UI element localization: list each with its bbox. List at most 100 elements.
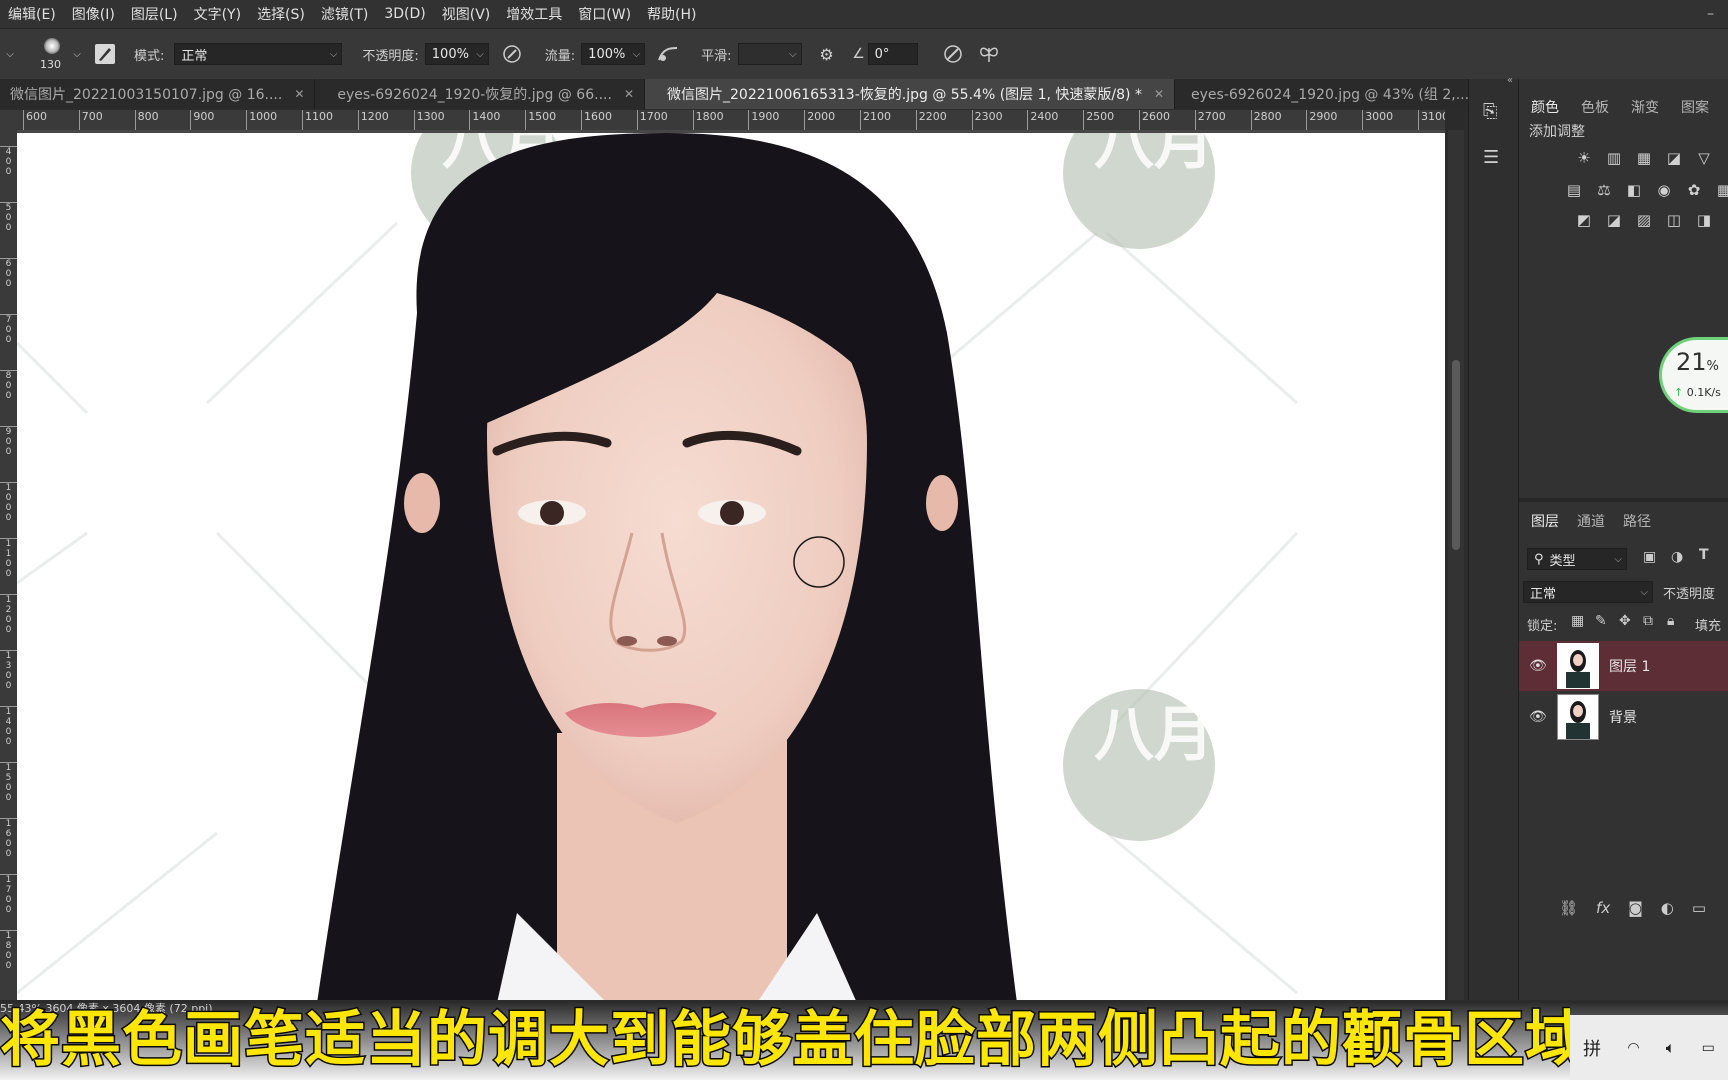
color-balance-icon[interactable]: ⚖ xyxy=(1593,179,1615,201)
symmetry-butterfly-icon[interactable] xyxy=(976,41,1002,67)
channel-mixer-icon[interactable]: ✿ xyxy=(1683,179,1705,201)
angle-field[interactable]: 0° xyxy=(867,43,918,65)
selective-color-icon[interactable]: ◫ xyxy=(1663,209,1685,231)
hue-saturation-icon[interactable]: ▤ xyxy=(1563,179,1585,201)
ruler-tick-label: 700 xyxy=(78,110,103,130)
portrait-photo[interactable]: 八月 八月 八月 xyxy=(17,133,1445,1000)
curves-icon[interactable]: ▦ xyxy=(1633,147,1655,169)
tab-channels[interactable]: 通道 xyxy=(1577,511,1605,531)
portrait-image: 八月 八月 八月 xyxy=(17,133,1299,1000)
menu-help[interactable]: 帮助(H) xyxy=(639,4,704,24)
tab-document[interactable]: eyes-6926024_1920-恢复的.jpg @ 66.... ✕ xyxy=(315,79,645,109)
horizontal-ruler[interactable]: 600 700 800 900 1000 1100 1200 1300 1400 1500 1600… xyxy=(17,110,1445,131)
new-adjustment-icon[interactable]: ◐ xyxy=(1661,899,1674,917)
ruler-tick-label: 1500 xyxy=(525,110,556,130)
mask-icon[interactable]: ◙ xyxy=(1628,899,1643,917)
menu-layer[interactable]: 图层(L) xyxy=(123,4,186,24)
gear-icon[interactable]: ⚙ xyxy=(814,41,840,67)
ime-indicator[interactable]: 拼 xyxy=(1583,1035,1601,1061)
pressure-opacity-icon[interactable] xyxy=(499,41,525,67)
layer-name[interactable]: 背景 xyxy=(1609,707,1637,727)
wifi-icon[interactable]: ◠ xyxy=(1627,1040,1639,1056)
photo-filter-icon[interactable]: ◉ xyxy=(1653,179,1675,201)
flow-field[interactable]: 100% ⌵ xyxy=(581,43,646,65)
fx-icon[interactable]: fx xyxy=(1596,899,1610,917)
eye-icon[interactable]: 👁︎ xyxy=(1529,709,1549,725)
document-tabs: 微信图片_20221003150107.jpg @ 16.... ✕ eyes-6… xyxy=(0,79,1503,109)
layer-thumbnail xyxy=(1557,643,1599,689)
tab-layers[interactable]: 图层 xyxy=(1531,511,1559,531)
lock-brush-icon[interactable]: ✎ xyxy=(1595,613,1607,629)
history-icon[interactable]: ⎘ xyxy=(1483,101,1497,122)
lock-all-icon[interactable]: 🔒︎ xyxy=(1667,613,1674,629)
layer-row-selected[interactable]: 👁︎ 图层 1 xyxy=(1519,641,1728,691)
tab-color[interactable]: 颜色 xyxy=(1531,97,1559,117)
tab-document[interactable]: 微信图片_20221003150107.jpg @ 16.... ✕ xyxy=(0,79,316,109)
exposure-icon[interactable]: ◪ xyxy=(1663,147,1685,169)
tab-gradients[interactable]: 渐变 xyxy=(1631,97,1659,117)
adjustments-icon[interactable]: ☰ xyxy=(1483,147,1499,168)
minimize-button[interactable]: – xyxy=(1707,6,1714,22)
canvas-scrollbar[interactable] xyxy=(1448,130,1464,1000)
filter-type-icon[interactable]: T xyxy=(1699,547,1709,563)
brush-settings-icon[interactable] xyxy=(92,41,118,67)
lock-artboard-icon[interactable]: ⧉ xyxy=(1643,613,1653,629)
chevron-down-icon[interactable]: ⌵ xyxy=(70,41,84,67)
folder-icon[interactable]: ▭ xyxy=(1692,899,1706,917)
smooth-field[interactable]: ⌵ xyxy=(737,43,802,65)
scroll-thumb[interactable] xyxy=(1452,360,1460,550)
brush-tip-icon xyxy=(44,38,60,54)
menu-view[interactable]: 视图(V) xyxy=(434,4,499,24)
lock-transparency-icon[interactable]: ▦ xyxy=(1571,613,1584,629)
opacity-field[interactable]: 100% ⌵ xyxy=(424,43,489,65)
posterize-icon[interactable]: ◪ xyxy=(1603,209,1625,231)
threshold-icon[interactable]: ▨ xyxy=(1633,209,1655,231)
ruler-tick-label: 1300 xyxy=(413,110,445,130)
black-white-icon[interactable]: ◧ xyxy=(1623,179,1645,201)
close-icon[interactable]: ✕ xyxy=(624,87,634,101)
color-lookup-icon[interactable]: ▦ xyxy=(1713,179,1728,201)
tab-document-active[interactable]: 微信图片_20221006165313-恢复的.jpg @ 55.4% (图层 … xyxy=(645,79,1176,109)
tab-document[interactable]: eyes-6926024_1920.jpg @ 43% (组 2,...✕ xyxy=(1175,79,1503,109)
menu-type[interactable]: 文字(Y) xyxy=(186,4,249,24)
ruler-tick-label: 800 xyxy=(134,110,159,130)
layer-filter-select[interactable]: ⚲ 类型 ⌵ xyxy=(1527,548,1627,570)
menu-select[interactable]: 选择(S) xyxy=(249,4,313,24)
brightness-icon[interactable]: ☀ xyxy=(1573,147,1595,169)
canvas-area[interactable]: 八月 八月 八月 xyxy=(17,130,1445,1000)
vertical-ruler[interactable]: 4 0 0 5 0 0 6 0 0 7 0 0 8 0 0 9 0 0 1 0 0 0 1 1… xyxy=(0,130,18,1000)
ruler-tick-label: 900 xyxy=(190,110,214,130)
menu-image[interactable]: 图像(I) xyxy=(64,4,123,24)
chevron-down-icon[interactable]: ⌵ xyxy=(0,41,20,67)
lock-move-icon[interactable]: ✥ xyxy=(1619,613,1631,629)
menu-edit[interactable]: 编辑(E) xyxy=(0,4,64,24)
airbrush-icon[interactable] xyxy=(655,41,681,67)
menu-window[interactable]: 窗口(W) xyxy=(570,4,639,24)
blend-mode-select[interactable]: 正常 ⌵ xyxy=(1523,581,1653,603)
menu-3d[interactable]: 3D(D) xyxy=(376,6,433,22)
menu-filter[interactable]: 滤镜(T) xyxy=(313,4,376,24)
tab-patterns[interactable]: 图案 xyxy=(1681,97,1709,117)
levels-icon[interactable]: ▥ xyxy=(1603,147,1625,169)
layer-row[interactable]: 👁︎ 背景 xyxy=(1519,692,1728,742)
filter-pixel-icon[interactable]: ▣ xyxy=(1643,549,1656,565)
mode-select[interactable]: 正常 ⌵ xyxy=(174,43,343,65)
filter-adjustment-icon[interactable]: ◑ xyxy=(1671,549,1683,565)
collapse-icon[interactable]: « xyxy=(1507,75,1513,86)
pressure-size-icon[interactable] xyxy=(940,41,966,67)
vibrance-icon[interactable]: ▽ xyxy=(1693,147,1715,169)
invert-icon[interactable]: ◩ xyxy=(1573,209,1595,231)
layer-name[interactable]: 图层 1 xyxy=(1609,656,1650,676)
tab-swatches[interactable]: 色板 xyxy=(1581,97,1609,117)
close-icon[interactable]: ✕ xyxy=(294,87,304,101)
link-icon[interactable]: ⛓ xyxy=(1559,899,1578,917)
brush-preset-picker[interactable]: 130 xyxy=(34,34,70,74)
menu-plugins[interactable]: 增效工具 xyxy=(498,4,570,24)
tab-paths[interactable]: 路径 xyxy=(1623,511,1651,531)
eye-icon[interactable]: 👁︎ xyxy=(1529,658,1549,674)
chevron-down-icon: ⌵ xyxy=(632,48,641,60)
volume-icon[interactable]: 🔈︎ xyxy=(1666,1038,1676,1058)
gradient-map-icon[interactable]: ◨ xyxy=(1693,209,1715,231)
battery-icon[interactable]: ▭ xyxy=(1702,1040,1715,1056)
close-icon[interactable]: ✕ xyxy=(1154,87,1164,101)
